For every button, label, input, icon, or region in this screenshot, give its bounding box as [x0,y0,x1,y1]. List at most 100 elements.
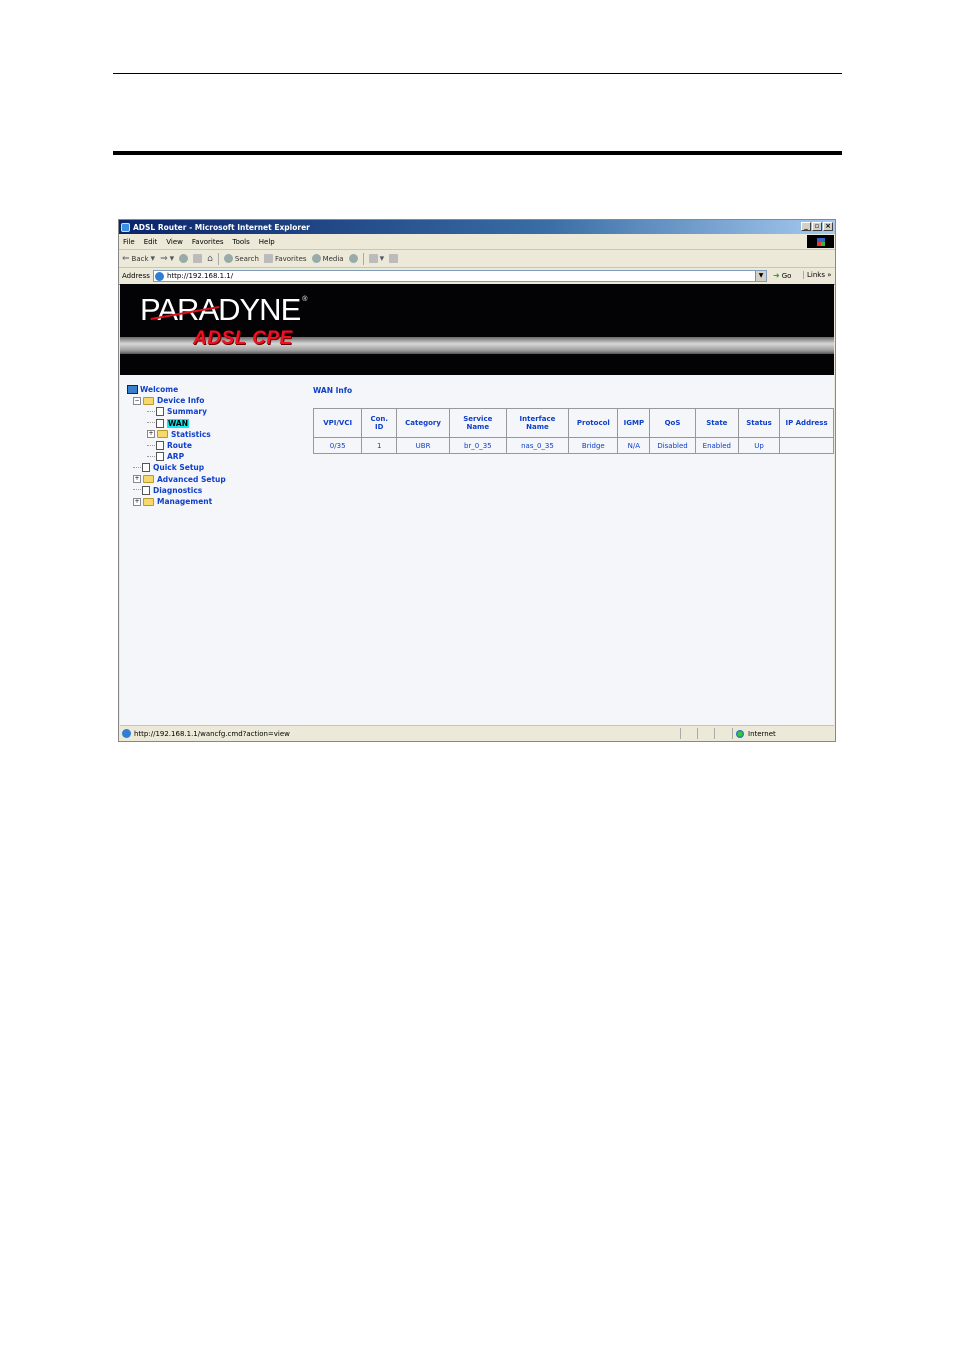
close-button[interactable]: × [823,222,833,231]
home-icon: ⌂ [207,253,213,264]
favorites-button[interactable]: Favorites [263,254,307,263]
menu-view[interactable]: View [166,238,183,246]
history-button[interactable] [348,254,358,263]
menu-tools[interactable]: Tools [233,238,250,246]
folder-icon [143,475,154,484]
brand-logo: PARADYNE ® [140,292,307,328]
nav-item-route[interactable]: Route [147,441,192,450]
page-icon [142,463,150,473]
mail-button[interactable]: ▾ [368,254,384,264]
print-icon [389,254,399,263]
forward-button[interactable]: ⇒ ▾ [160,254,174,264]
page-header-rule [113,73,842,74]
nav-label: Route [167,441,192,450]
nav-label: WAN [167,418,190,428]
table-header-row: VPI/VCI Con. ID Category Service Name Interf… [312,408,834,438]
menu-edit[interactable]: Edit [144,238,158,246]
zone-label: Internet [748,729,776,738]
window-title: ADSL Router - Microsoft Internet Explore… [133,222,310,232]
forward-arrow-icon: ⇒ [160,253,168,264]
nav-item-management[interactable]: + Management [133,497,212,506]
nav-item-wan[interactable]: WAN [147,418,190,428]
links-button[interactable]: Links » [803,271,832,279]
page-icon [156,407,164,417]
media-icon [311,254,321,263]
table-cell: Bridge [568,437,619,454]
status-pane [697,728,714,739]
nav-item-summary[interactable]: Summary [147,407,207,417]
ie-page-icon [122,729,131,738]
nav-item-device-info[interactable]: − Device Info [133,396,204,405]
nav-item-arp[interactable]: ARP [147,452,185,462]
nav-label: Statistics [171,429,211,439]
status-url: http://192.168.1.1/wancfg.cmd?action=vie… [134,729,290,738]
table-cell: Up [737,437,781,454]
toolbar-separator [362,252,364,265]
collapse-icon[interactable]: − [133,396,141,405]
print-button[interactable] [389,254,399,263]
nav-item-advanced-setup[interactable]: + Advanced Setup [133,475,226,484]
history-icon [348,254,358,263]
nav-item-diagnostics[interactable]: Diagnostics [133,485,202,495]
table-cell: 0/35 [312,437,363,454]
folder-icon [143,396,154,405]
favorites-icon [263,254,273,263]
table-cell: Disabled [649,437,696,454]
maximize-button[interactable]: ▫ [812,222,822,231]
address-input[interactable]: http://192.168.1.1/ ▼ [153,270,767,282]
nav-label: Quick Setup [153,463,205,473]
page-icon [156,452,164,462]
nav-item-welcome[interactable]: Welcome [127,385,178,394]
search-button[interactable]: Search [223,254,259,263]
table-cell: nas_0_35 [505,437,570,454]
search-label: Search [234,254,259,263]
nav-item-quick-setup[interactable]: Quick Setup [133,463,205,473]
search-icon [223,254,233,263]
address-dropdown-button[interactable]: ▼ [755,271,766,281]
column-header: IP Address [779,408,834,438]
menu-help[interactable]: Help [259,238,275,246]
expand-icon[interactable]: + [133,475,141,484]
menu-file[interactable]: File [123,238,135,246]
product-name: ADSL CPE [193,328,293,349]
globe-icon [736,729,744,738]
table-cell: Enabled [694,437,739,454]
expand-icon[interactable]: + [147,430,155,439]
column-header: VPI/VCI [312,408,363,438]
page-title: WAN Info [313,386,353,395]
page-icon [142,485,150,495]
nav-label: Device Info [157,396,205,406]
refresh-button[interactable] [193,254,203,263]
nav-label: Management [157,497,213,506]
back-button[interactable]: ⇐ Back ▾ [122,254,155,264]
address-value: http://192.168.1.1/ [167,272,234,280]
expand-icon[interactable]: + [133,497,141,506]
tree-connector [147,410,155,413]
browser-window: ADSL Router - Microsoft Internet Explore… [118,219,836,742]
column-header: Interface Name [505,408,570,438]
column-header: Protocol [568,408,619,438]
nav-item-statistics[interactable]: + Statistics [147,430,211,439]
section-rule [113,151,842,155]
favorites-label: Favorites [274,254,307,263]
ie-page-icon [155,271,164,281]
media-button[interactable]: Media [311,254,344,263]
column-header: IGMP [617,408,651,438]
menu-favorites[interactable]: Favorites [192,238,224,246]
column-header: QoS [649,408,696,438]
back-label: Back [131,254,149,263]
nav-label: ARP [167,452,185,462]
ie-icon [121,222,130,232]
go-button[interactable]: ➜ Go [773,271,791,280]
home-button[interactable]: ⌂ [207,254,213,264]
tree-connector [147,444,155,447]
column-header: Status [737,408,781,438]
status-pane [714,728,731,739]
minimize-button[interactable]: _ [801,222,811,231]
back-arrow-icon: ⇐ [122,253,130,264]
menu-bar: File Edit View Favorites Tools Help [119,234,835,250]
address-bar: Address http://192.168.1.1/ ▼ ➜ Go Links… [119,268,835,285]
table-cell [779,437,834,454]
brand-name: PARADYNE [140,292,301,327]
stop-button[interactable] [179,254,189,263]
